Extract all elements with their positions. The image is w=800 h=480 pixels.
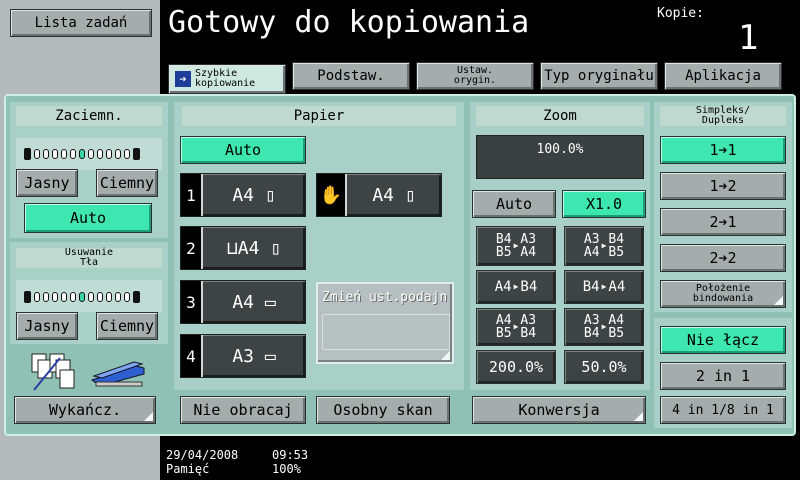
tray-4-button[interactable]: 4 A3 ▭: [180, 334, 306, 378]
tray-1-number: 1: [181, 174, 203, 216]
tab-original-line2: orygin.: [453, 75, 497, 86]
no-rotate-button[interactable]: Nie obracaj: [180, 396, 306, 424]
tray-2-button[interactable]: 2 ⊔A4 ▯: [180, 226, 306, 270]
zoom-display: 100.0%: [476, 135, 644, 179]
no-combine-button[interactable]: Nie łącz: [660, 326, 786, 354]
density-title: Zaciemn.: [16, 106, 162, 126]
density-auto-button[interactable]: Auto: [24, 203, 152, 233]
conversion-button[interactable]: Konwersja: [472, 396, 646, 424]
duplex-title-line2: Dupleks: [701, 115, 745, 126]
portrait-icon: ▯: [270, 237, 282, 259]
background-removal-scale[interactable]: [24, 291, 143, 303]
status-memory-label: Pamięć: [166, 462, 210, 476]
tray-3-number: 3: [181, 281, 203, 323]
bypass-size: A4: [372, 184, 394, 206]
status-time: 09:53: [272, 448, 309, 462]
zoom-x1-button[interactable]: X1.0: [562, 190, 646, 218]
tray-2-number: 2: [181, 227, 203, 269]
status-bar: 29/04/2008 09:53 Pamięć 100%: [160, 440, 800, 480]
zoom-preset-50[interactable]: 50.0%: [564, 350, 644, 384]
tab-original-settings[interactable]: Ustaw. orygin.: [416, 62, 534, 90]
zoom-title: Zoom: [476, 106, 644, 126]
portrait-icon: ▯: [264, 184, 276, 206]
tray-3-button[interactable]: 3 A4 ▭: [180, 280, 306, 324]
tray-3-size: A4: [232, 291, 254, 313]
duplex-title: Simpleks/ Dupleks: [660, 106, 786, 126]
tray-4-size: A3: [232, 345, 254, 367]
bypass-tray-button[interactable]: ✋ A4 ▯: [316, 173, 442, 217]
tray-1-button[interactable]: 1 A4 ▯: [180, 173, 306, 217]
change-tray-settings-label: Zmień ust.podajn: [322, 290, 448, 305]
background-removal-title: Usuwanie Tła: [16, 248, 162, 268]
tab-original-type[interactable]: Typ oryginału: [540, 62, 658, 90]
binding-position-button[interactable]: Położenie bindowania: [660, 280, 786, 308]
bg-title-line2: Tła: [79, 257, 99, 268]
duplex-1-2-button[interactable]: 1➔2: [660, 172, 786, 200]
bg-light-button[interactable]: Jasny: [16, 312, 78, 340]
zoom-ratio-a3b4-to-a4b5[interactable]: A3 B4 ▶ A4 B5: [564, 308, 644, 346]
duplex-1-1-button[interactable]: 1➔1: [660, 136, 786, 164]
landscape-icon: ▭: [264, 345, 276, 367]
status-memory-value: 100%: [272, 462, 301, 476]
density-light-button[interactable]: Jasny: [16, 169, 78, 197]
finishing-label: Wykańcz.: [48, 400, 122, 419]
arrow-right-icon: ➔: [175, 71, 191, 87]
tab-quick-copy[interactable]: ➔ Szybkie kopiowanie: [168, 64, 286, 94]
zoom-ratio-b4-to-a4[interactable]: B4 ▶ A4: [564, 270, 644, 304]
four-in-one-button[interactable]: 4 in 1/8 in 1: [660, 396, 786, 424]
tray-2-size: A4: [237, 237, 260, 259]
hand-icon: ✋: [317, 174, 347, 216]
status-date: 29/04/2008: [166, 448, 239, 462]
finishing-button[interactable]: Wykańcz.: [14, 396, 156, 424]
tab-quick-copy-line2: kopiowanie: [195, 78, 256, 89]
zoom-ratio-b4b5-to-a3a4[interactable]: B4 B5 ▶ A3 A4: [476, 226, 556, 266]
task-list-button[interactable]: Lista zadań: [10, 9, 152, 37]
copies-label: Kopie:: [657, 6, 704, 21]
conversion-label: Konwersja: [518, 400, 600, 419]
bg-dark-button[interactable]: Ciemny: [96, 312, 158, 340]
density-dark-button[interactable]: Ciemny: [96, 169, 158, 197]
paper-title: Papier: [182, 106, 456, 126]
status-title: Gotowy do kopiowania: [168, 5, 530, 40]
duplex-2-2-button[interactable]: 2➔2: [660, 244, 786, 272]
tray-tray-icon: ⊔: [226, 237, 238, 259]
landscape-icon: ▭: [264, 291, 276, 313]
two-in-one-button[interactable]: 2 in 1: [660, 362, 786, 390]
change-tray-settings-button[interactable]: Zmień ust.podajn: [316, 282, 454, 364]
zoom-ratio-a4-to-b4[interactable]: A4 ▶ B4: [476, 270, 556, 304]
tray-4-number: 4: [181, 335, 203, 377]
separate-scan-button[interactable]: Osobny skan: [316, 396, 450, 424]
zoom-auto-button[interactable]: Auto: [472, 190, 556, 218]
staple-icon: [86, 354, 150, 390]
duplex-2-1-button[interactable]: 2➔1: [660, 208, 786, 236]
tab-basic[interactable]: Podstaw.: [292, 62, 410, 90]
tab-application[interactable]: Aplikacja: [664, 62, 782, 90]
paper-auto-button[interactable]: Auto: [180, 136, 306, 164]
density-scale[interactable]: [24, 148, 143, 160]
binding-line2: bindowania: [692, 293, 754, 304]
sort-icon: [30, 352, 76, 392]
copies-value: 1: [738, 18, 759, 58]
zoom-ratio-a3a4-to-b4b5[interactable]: A3 A4 ▶ B4 B5: [564, 226, 644, 266]
zoom-preset-200[interactable]: 200.0%: [476, 350, 556, 384]
portrait-icon: ▯: [404, 184, 416, 206]
zoom-ratio-a4b5-to-a3b4[interactable]: A4 B5 ▶ A3 B4: [476, 308, 556, 346]
tray-1-size: A4: [232, 184, 254, 206]
